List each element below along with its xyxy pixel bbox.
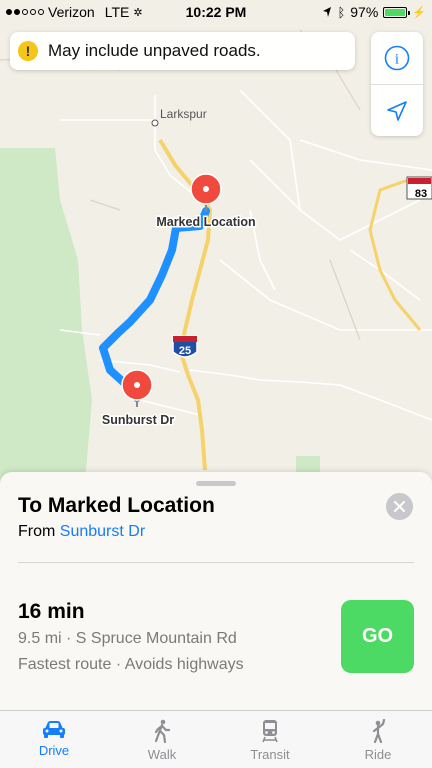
transport-mode-tabbar: Drive Walk Transit Ride <box>0 710 432 768</box>
origin-line: From Sunburst Dr <box>18 523 145 541</box>
tab-walk[interactable]: Walk <box>108 711 216 768</box>
tab-walk-label: Walk <box>147 747 177 762</box>
map-controls: i <box>371 32 423 136</box>
svg-text:83: 83 <box>415 188 427 200</box>
sheet-grabber[interactable] <box>196 481 236 486</box>
route-duration: 16 min <box>18 600 85 623</box>
route-note: Fastest route · Avoids highways <box>18 656 244 673</box>
walk-icon <box>154 719 171 743</box>
status-bar: Verizon LTE ✲ 10:22 PM ᛒ 97% ⚡ <box>0 0 432 24</box>
current-location-button[interactable] <box>371 85 423 136</box>
battery-fill <box>385 8 405 16</box>
svg-text:25: 25 <box>179 345 191 357</box>
tab-ride-label: Ride <box>364 747 392 762</box>
from-prefix: From <box>18 523 56 540</box>
location-services-icon <box>323 7 332 17</box>
destination-title: To Marked Location <box>18 494 215 517</box>
tab-transit[interactable]: Transit <box>216 711 324 768</box>
tab-drive[interactable]: Drive <box>0 711 108 768</box>
town-label-larkspur: Larkspur <box>160 107 207 121</box>
route-distance-via: 9.5 mi · S Spruce Mountain Rd <box>18 630 237 647</box>
info-button[interactable]: i <box>371 32 423 84</box>
directions-sheet[interactable]: To Marked Location From Sunburst Dr 16 m… <box>0 472 432 710</box>
info-icon: i <box>384 45 410 71</box>
tab-transit-label: Transit <box>250 747 290 762</box>
train-icon <box>262 720 278 743</box>
ride-icon <box>372 719 386 743</box>
sunburst-label: Sunburst Dr <box>102 413 174 427</box>
town-marker <box>151 119 159 127</box>
tab-drive-label: Drive <box>38 743 70 758</box>
close-icon <box>394 501 405 512</box>
car-icon <box>43 721 65 738</box>
interstate-shield: 25 <box>172 335 198 358</box>
location-arrow-icon <box>387 101 407 121</box>
status-right: ᛒ 97% ⚡ <box>322 4 426 20</box>
close-button[interactable] <box>386 493 413 520</box>
charging-bolt-icon: ⚡ <box>412 6 426 19</box>
battery-icon <box>383 6 411 18</box>
origin-link[interactable]: Sunburst Dr <box>60 523 145 540</box>
bluetooth-icon: ᛒ <box>337 4 346 20</box>
svg-text:i: i <box>395 52 399 68</box>
battery-percent: 97% <box>350 4 379 20</box>
state-route-shield: 83 <box>406 176 432 200</box>
go-button[interactable]: GO <box>341 600 414 673</box>
unpaved-roads-banner[interactable]: ! May include unpaved roads. <box>10 32 355 70</box>
tab-ride[interactable]: Ride <box>324 711 432 768</box>
banner-text: May include unpaved roads. <box>48 41 261 60</box>
marked-location-label: Marked Location <box>156 215 255 229</box>
sheet-divider <box>18 562 414 563</box>
warning-icon: ! <box>18 41 38 61</box>
